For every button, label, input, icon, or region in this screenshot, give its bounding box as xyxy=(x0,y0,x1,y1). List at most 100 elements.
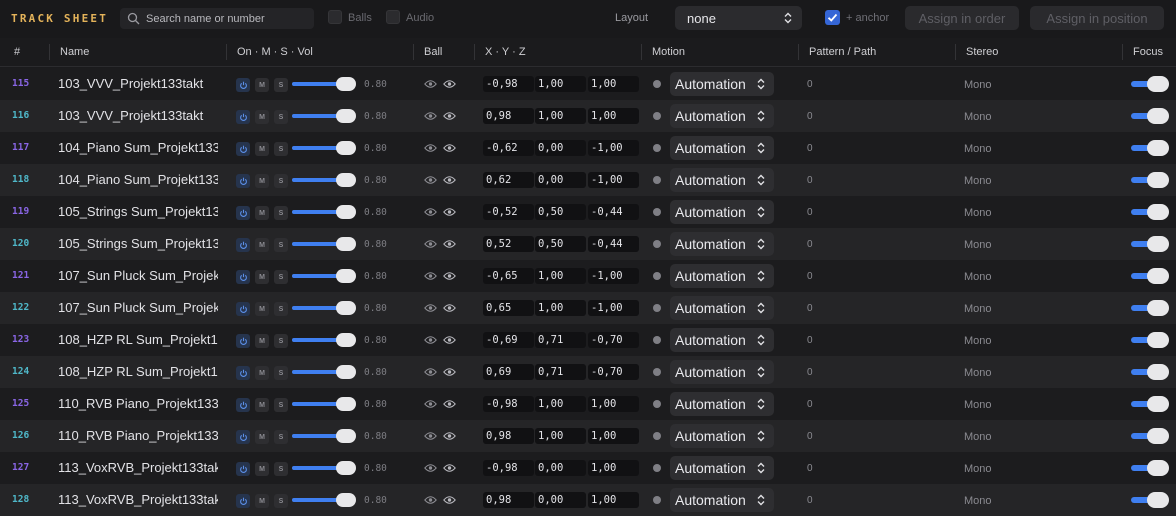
focus-toggle[interactable] xyxy=(1131,300,1169,316)
eye-icon[interactable] xyxy=(443,175,456,185)
col-mix[interactable]: On · M · S · Vol xyxy=(237,46,313,58)
anchor-checkbox[interactable] xyxy=(825,10,840,25)
focus-toggle[interactable] xyxy=(1131,140,1169,156)
eye-icon[interactable] xyxy=(424,303,437,313)
mute-button[interactable]: M xyxy=(255,142,269,156)
eye-icon[interactable] xyxy=(443,431,456,441)
solo-button[interactable]: S xyxy=(274,206,288,220)
x-field[interactable]: -0,62 xyxy=(483,140,534,156)
volume-knob[interactable] xyxy=(336,333,356,347)
eye-icon[interactable] xyxy=(443,335,456,345)
volume-knob[interactable] xyxy=(336,301,356,315)
eye-icon[interactable] xyxy=(424,335,437,345)
eye-icon[interactable] xyxy=(424,463,437,473)
volume-slider[interactable] xyxy=(292,173,356,187)
solo-button[interactable]: S xyxy=(274,366,288,380)
track-name[interactable]: 107_Sun Pluck Sum_Projekt133 xyxy=(58,268,218,283)
solo-button[interactable]: S xyxy=(274,430,288,444)
eye-icon[interactable] xyxy=(443,495,456,505)
motion-select[interactable]: Automation xyxy=(670,136,774,160)
y-field[interactable]: 0,00 xyxy=(535,492,586,508)
solo-button[interactable]: S xyxy=(274,110,288,124)
eye-icon[interactable] xyxy=(424,175,437,185)
volume-knob[interactable] xyxy=(336,109,356,123)
volume-slider[interactable] xyxy=(292,461,356,475)
solo-button[interactable]: S xyxy=(274,494,288,508)
eye-icon[interactable] xyxy=(443,111,456,121)
track-name[interactable]: 108_HZP RL Sum_Projekt133 xyxy=(58,332,218,347)
eye-icon[interactable] xyxy=(443,239,456,249)
x-field[interactable]: -0,98 xyxy=(483,460,534,476)
z-field[interactable]: -0,70 xyxy=(588,364,639,380)
track-name[interactable]: 110_RVB Piano_Projekt133 xyxy=(58,396,218,411)
track-name[interactable]: 108_HZP RL Sum_Projekt133 xyxy=(58,364,218,379)
power-button[interactable] xyxy=(236,494,250,508)
solo-button[interactable]: S xyxy=(274,398,288,412)
power-button[interactable] xyxy=(236,398,250,412)
motion-select[interactable]: Automation xyxy=(670,264,774,288)
motion-select[interactable]: Automation xyxy=(670,456,774,480)
volume-knob[interactable] xyxy=(336,397,356,411)
eye-icon[interactable] xyxy=(443,303,456,313)
audio-checkbox[interactable] xyxy=(386,10,400,24)
track-name[interactable]: 113_VoxRVB_Projekt133takt xyxy=(58,492,218,507)
power-button[interactable] xyxy=(236,302,250,316)
motion-select[interactable]: Automation xyxy=(670,360,774,384)
z-field[interactable]: 1,00 xyxy=(588,396,639,412)
solo-button[interactable]: S xyxy=(274,78,288,92)
motion-select[interactable]: Automation xyxy=(670,488,774,512)
motion-select[interactable]: Automation xyxy=(670,296,774,320)
solo-button[interactable]: S xyxy=(274,142,288,156)
mute-button[interactable]: M xyxy=(255,206,269,220)
focus-toggle[interactable] xyxy=(1131,396,1169,412)
solo-button[interactable]: S xyxy=(274,462,288,476)
volume-slider[interactable] xyxy=(292,429,356,443)
solo-button[interactable]: S xyxy=(274,238,288,252)
motion-select[interactable]: Automation xyxy=(670,232,774,256)
x-field[interactable]: 0,52 xyxy=(483,236,534,252)
power-button[interactable] xyxy=(236,206,250,220)
mute-button[interactable]: M xyxy=(255,110,269,124)
track-name[interactable]: 103_VVV_Projekt133takt xyxy=(58,108,218,123)
eye-icon[interactable] xyxy=(443,207,456,217)
motion-select[interactable]: Automation xyxy=(670,200,774,224)
z-field[interactable]: -0,44 xyxy=(588,236,639,252)
z-field[interactable]: -1,00 xyxy=(588,300,639,316)
track-name[interactable]: 110_RVB Piano_Projekt133 xyxy=(58,428,218,443)
motion-select[interactable]: Automation xyxy=(670,72,774,96)
motion-select[interactable]: Automation xyxy=(670,392,774,416)
y-field[interactable]: 0,00 xyxy=(535,172,586,188)
z-field[interactable]: 1,00 xyxy=(588,428,639,444)
volume-knob[interactable] xyxy=(336,173,356,187)
volume-knob[interactable] xyxy=(336,461,356,475)
x-field[interactable]: -0,69 xyxy=(483,332,534,348)
x-field[interactable]: 0,69 xyxy=(483,364,534,380)
volume-slider[interactable] xyxy=(292,301,356,315)
eye-icon[interactable] xyxy=(424,143,437,153)
search-box[interactable] xyxy=(120,8,314,29)
power-button[interactable] xyxy=(236,366,250,380)
track-name[interactable]: 113_VoxRVB_Projekt133takt xyxy=(58,460,218,475)
eye-icon[interactable] xyxy=(443,399,456,409)
mute-button[interactable]: M xyxy=(255,238,269,252)
assign-in-position-button[interactable]: Assign in position xyxy=(1030,6,1164,30)
y-field[interactable]: 0,00 xyxy=(535,140,586,156)
y-field[interactable]: 0,71 xyxy=(535,332,586,348)
x-field[interactable]: 0,62 xyxy=(483,172,534,188)
z-field[interactable]: -0,70 xyxy=(588,332,639,348)
mute-button[interactable]: M xyxy=(255,78,269,92)
mute-button[interactable]: M xyxy=(255,462,269,476)
volume-knob[interactable] xyxy=(336,269,356,283)
mute-button[interactable]: M xyxy=(255,430,269,444)
power-button[interactable] xyxy=(236,78,250,92)
focus-toggle[interactable] xyxy=(1131,428,1169,444)
solo-button[interactable]: S xyxy=(274,174,288,188)
mute-button[interactable]: M xyxy=(255,174,269,188)
track-name[interactable]: 105_Strings Sum_Projekt133 xyxy=(58,236,218,251)
y-field[interactable]: 1,00 xyxy=(535,300,586,316)
volume-knob[interactable] xyxy=(336,429,356,443)
z-field[interactable]: -1,00 xyxy=(588,268,639,284)
power-button[interactable] xyxy=(236,270,250,284)
track-name[interactable]: 104_Piano Sum_Projekt133 xyxy=(58,140,218,155)
solo-button[interactable]: S xyxy=(274,334,288,348)
